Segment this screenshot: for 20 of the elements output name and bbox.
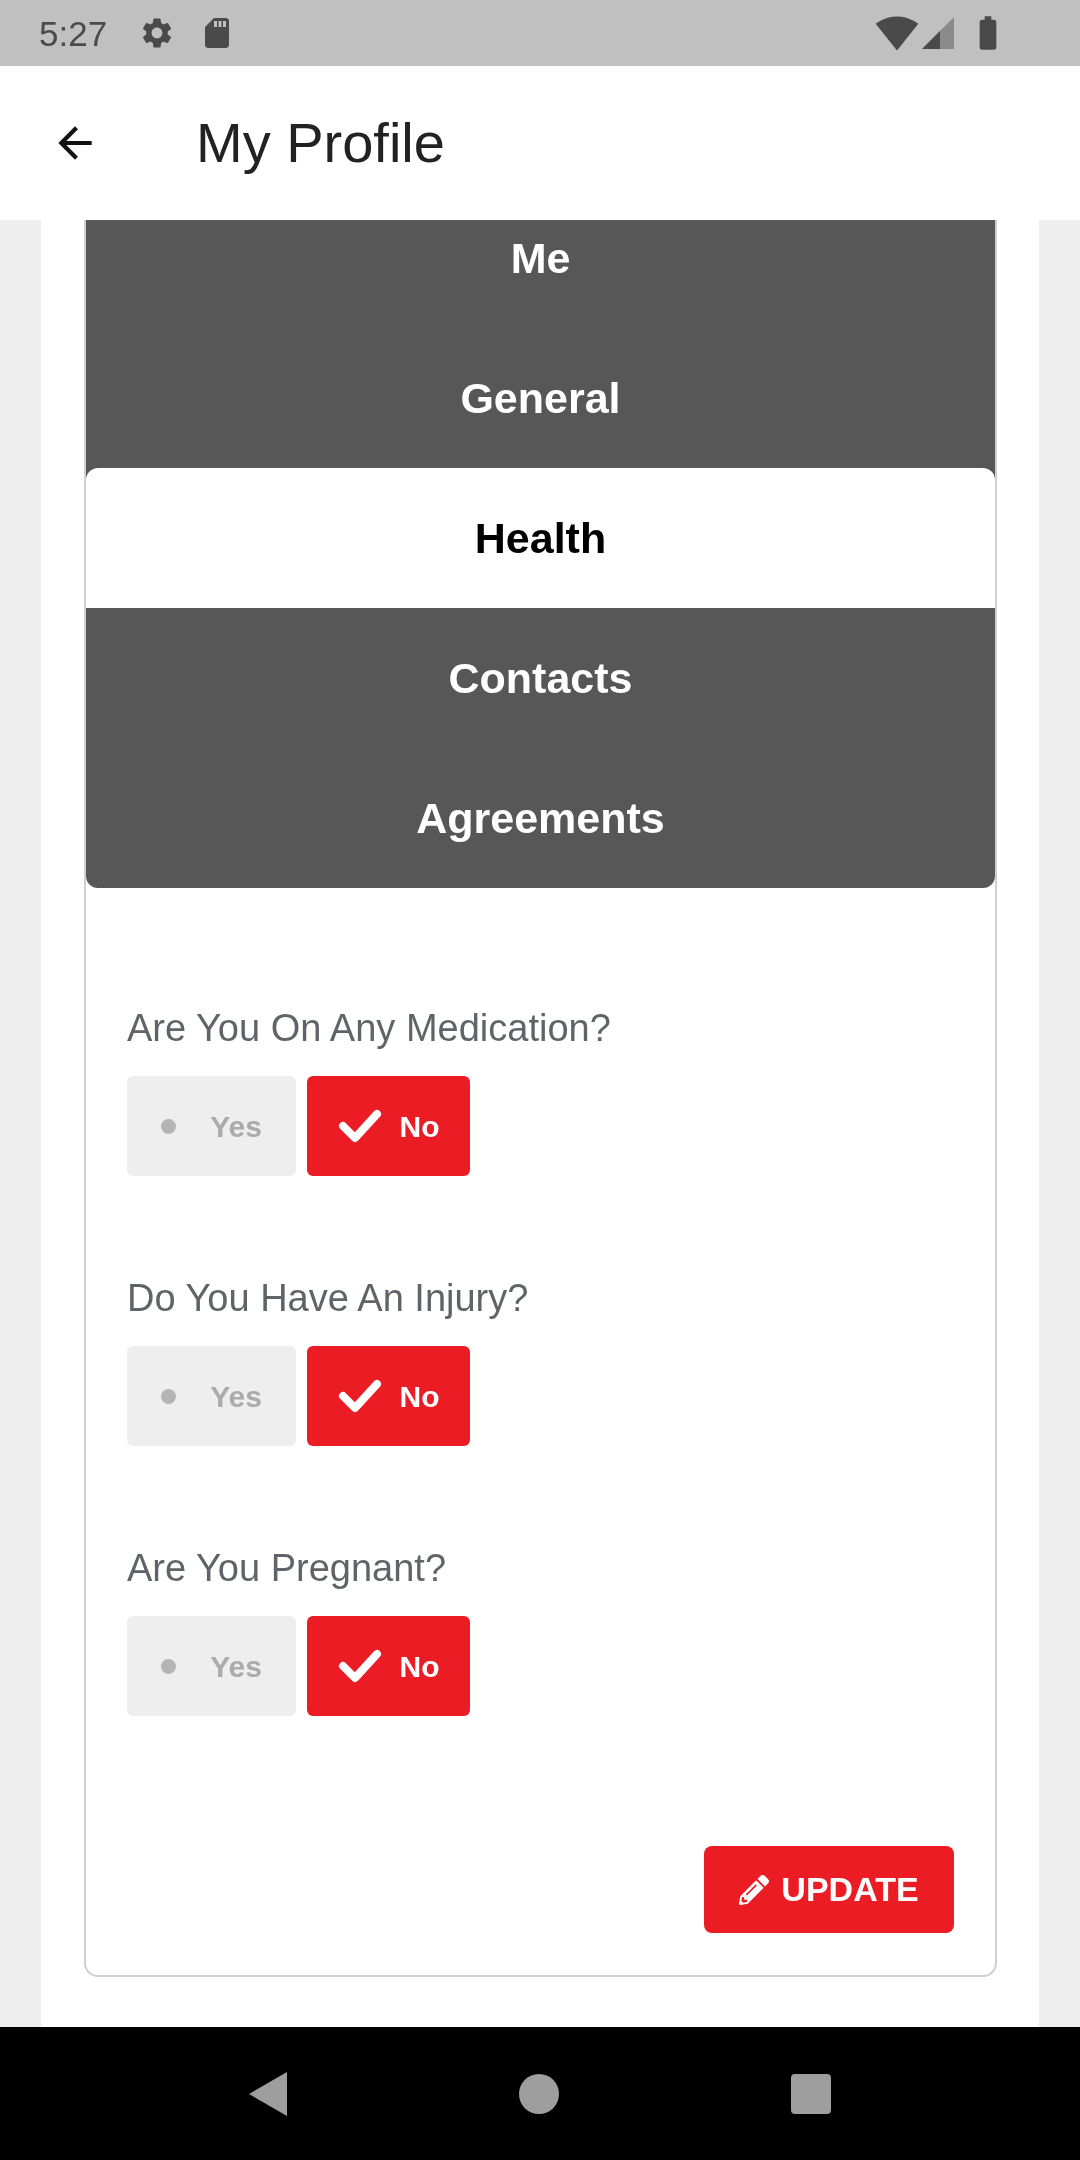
back-triangle-icon[interactable]: [249, 2071, 287, 2116]
tab[interactable]: Agreements: [86, 748, 995, 888]
pencil-icon: [739, 1874, 770, 1905]
recents-square-icon[interactable]: [791, 2073, 831, 2114]
question-label: Are You On Any Medication?: [127, 1006, 611, 1051]
option-button[interactable]: No: [307, 1076, 470, 1176]
update-button[interactable]: UPDATE: [704, 1846, 954, 1933]
signal-icon: [922, 17, 954, 49]
status-time: 5:27: [39, 15, 108, 51]
tab[interactable]: Contacts: [86, 608, 995, 748]
question-label: Are You Pregnant?: [127, 1546, 447, 1591]
option-button[interactable]: No: [307, 1616, 470, 1716]
check-icon: [337, 1649, 382, 1683]
tab[interactable]: Me: [86, 220, 995, 328]
option-button[interactable]: No: [307, 1346, 470, 1446]
question-label: Do You Have An Injury?: [127, 1276, 529, 1321]
tab[interactable]: Health: [86, 468, 995, 608]
tab[interactable]: General: [86, 328, 995, 468]
check-icon: [337, 1379, 382, 1413]
check-icon: [337, 1109, 382, 1143]
